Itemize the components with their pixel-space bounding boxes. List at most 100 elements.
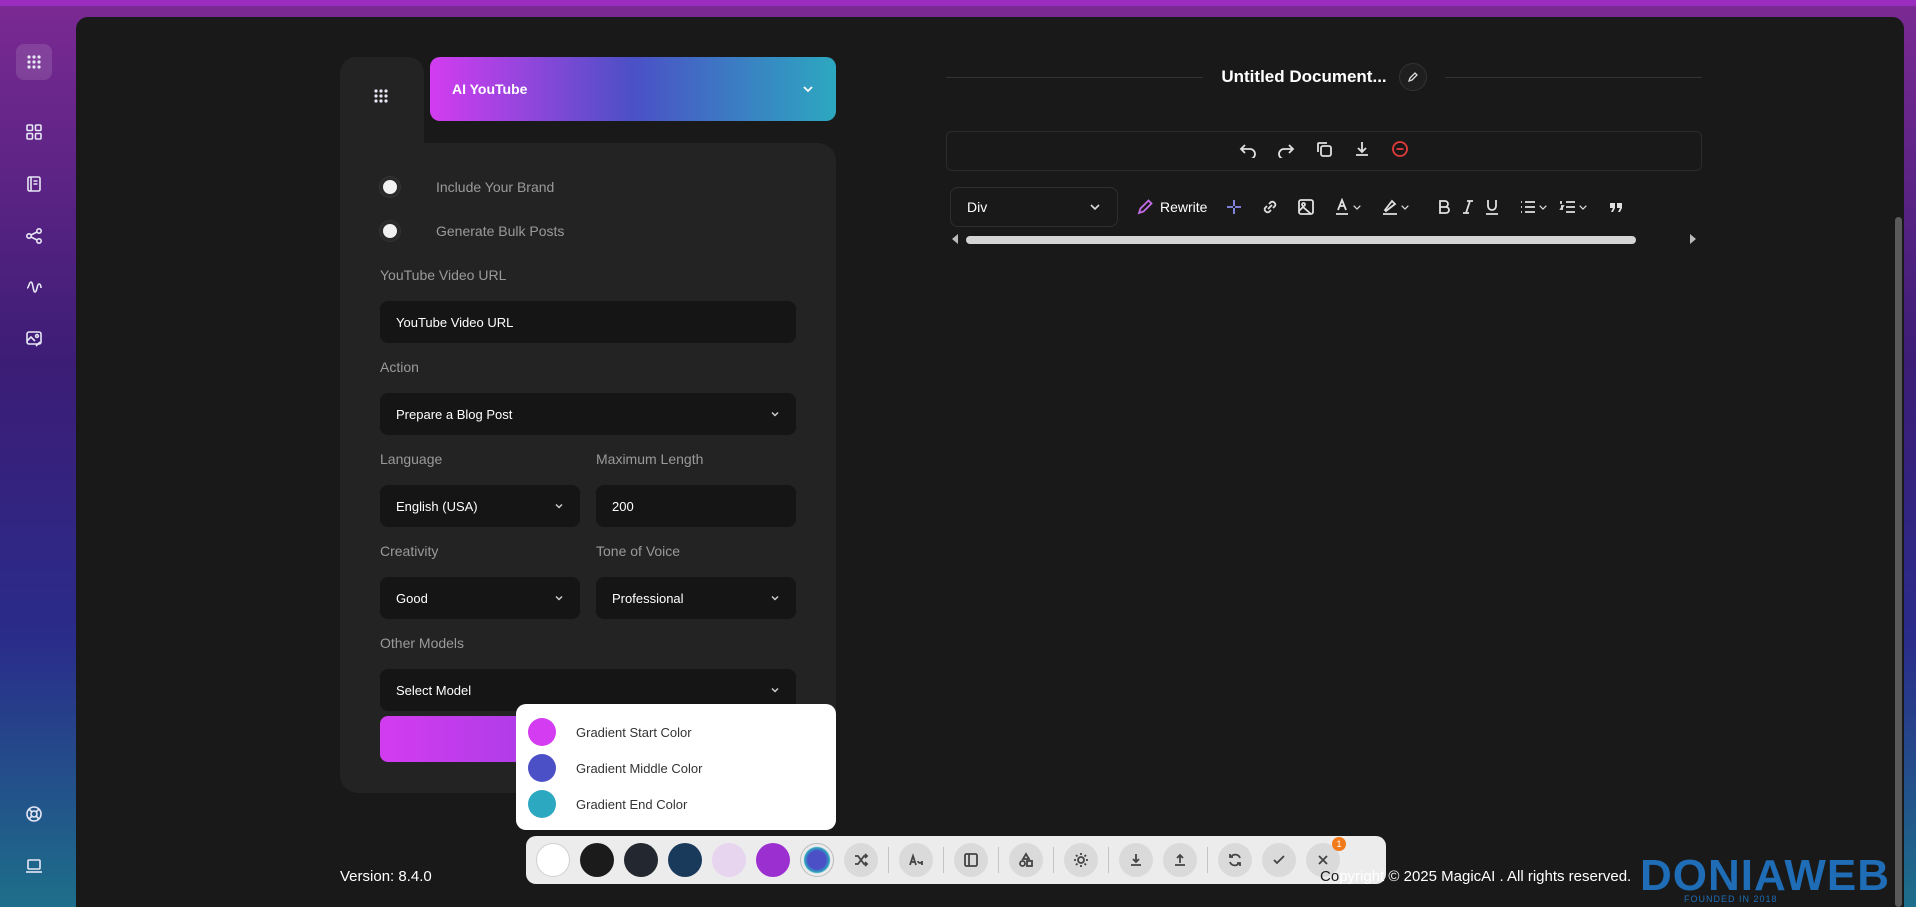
gradient-start-option[interactable]: Gradient Start Color	[528, 714, 824, 750]
swatch-charcoal[interactable]	[624, 843, 658, 877]
gradient-start-label: Gradient Start Color	[576, 724, 692, 740]
action-label: Action	[380, 359, 419, 375]
swatch-gradient[interactable]	[800, 843, 834, 877]
italic-button[interactable]	[1459, 198, 1477, 216]
gradient-middle-option[interactable]: Gradient Middle Color	[528, 750, 824, 786]
version-label: Version: 8.4.0	[340, 868, 432, 885]
tone-select[interactable]: Professional	[596, 577, 796, 619]
page-scrollbar[interactable]	[1892, 17, 1904, 907]
left-rail	[0, 0, 76, 907]
theme-mode-button[interactable]	[1064, 843, 1098, 877]
gradient-middle-swatch	[528, 754, 556, 782]
max-length-input[interactable]: 200	[596, 485, 796, 527]
ai-sparkle-button[interactable]	[1225, 198, 1243, 216]
bold-icon	[1439, 200, 1451, 214]
apps-icon	[27, 55, 41, 69]
swatch-black[interactable]	[580, 843, 614, 877]
bold-button[interactable]	[1435, 198, 1453, 216]
font-button[interactable]	[899, 843, 933, 877]
templates-grid-button[interactable]	[358, 73, 404, 119]
toolbar-separator	[1108, 847, 1109, 873]
rewrite-label: Rewrite	[1160, 199, 1208, 215]
rail-activity-button[interactable]	[16, 269, 52, 305]
rich-text-toolbar: Div Rewrite	[946, 185, 1702, 229]
scroll-thumb[interactable]	[966, 236, 1636, 244]
toolbar-horizontal-scroll[interactable]	[946, 233, 1702, 245]
chevron-down-icon	[771, 411, 779, 417]
download-button[interactable]	[1353, 140, 1371, 163]
import-theme-button[interactable]	[1163, 843, 1197, 877]
gradient-end-option[interactable]: Gradient End Color	[528, 786, 824, 822]
copyright-text: Copyright © 2025 MagicAI . All rights re…	[1320, 868, 1631, 885]
action-select[interactable]: Prepare a Blog Post	[380, 393, 796, 435]
tone-label: Tone of Voice	[596, 543, 681, 559]
highlight-button[interactable]	[1381, 198, 1411, 216]
divider	[1444, 76, 1702, 78]
scroll-left-icon	[952, 234, 958, 244]
logo-text: DONIAWEB	[1640, 851, 1890, 900]
text-color-button[interactable]	[1333, 198, 1363, 216]
delete-button[interactable]	[1391, 140, 1409, 163]
copy-button[interactable]	[1315, 140, 1333, 163]
rail-documents-button[interactable]	[16, 166, 52, 202]
share-icon	[25, 227, 43, 245]
toolbar-separator	[1207, 847, 1208, 873]
chevron-down-icon	[1539, 205, 1548, 210]
reset-button[interactable]	[1218, 843, 1252, 877]
logo-subtext: FOUNDED IN 2018	[1684, 894, 1778, 904]
underline-icon	[1486, 200, 1499, 215]
creativity-value: Good	[396, 590, 428, 606]
book-icon	[27, 176, 41, 192]
main-content: AI YouTube Include Your Brand Generate B…	[76, 17, 1904, 907]
bulk-posts-toggle[interactable]	[380, 221, 400, 241]
bulk-posts-row: Generate Bulk Posts	[380, 221, 564, 241]
components-button[interactable]	[1009, 843, 1043, 877]
undo-button[interactable]	[1239, 140, 1257, 163]
export-theme-button[interactable]	[1119, 843, 1153, 877]
apply-button[interactable]	[1262, 843, 1296, 877]
swatch-navy[interactable]	[668, 843, 702, 877]
include-brand-row: Include Your Brand	[380, 177, 554, 197]
numbered-list-button[interactable]	[1559, 198, 1589, 216]
rail-share-button[interactable]	[16, 218, 52, 254]
underline-button[interactable]	[1483, 198, 1501, 216]
shuffle-icon	[855, 853, 869, 867]
language-select[interactable]: English (USA)	[380, 485, 580, 527]
swatch-lavender[interactable]	[712, 843, 746, 877]
shuffle-button[interactable]	[844, 843, 878, 877]
language-value: English (USA)	[396, 498, 478, 514]
creativity-label: Creativity	[380, 543, 439, 559]
notification-badge: 1	[1332, 837, 1346, 851]
link-button[interactable]	[1261, 198, 1279, 216]
redo-button[interactable]	[1277, 140, 1295, 163]
page-scroll-thumb[interactable]	[1895, 217, 1902, 907]
swatch-white[interactable]	[536, 843, 570, 877]
edit-title-button[interactable]	[1398, 63, 1427, 91]
chevron-down-icon	[1353, 205, 1362, 210]
include-brand-toggle[interactable]	[380, 177, 400, 197]
apps-menu-button[interactable]	[16, 44, 52, 80]
blockquote-button[interactable]	[1607, 198, 1625, 216]
rail-image-button[interactable]	[16, 321, 52, 357]
block-format-select[interactable]: Div	[950, 187, 1118, 227]
rail-dashboard-button[interactable]	[16, 114, 52, 150]
image-button[interactable]	[1297, 198, 1315, 216]
activity-icon	[26, 281, 42, 293]
bullet-list-button[interactable]	[1519, 198, 1549, 216]
chevron-down-icon	[771, 595, 779, 601]
block-format-value: Div	[967, 199, 988, 215]
document-actions	[946, 131, 1702, 171]
sidebar-layout-icon	[964, 853, 978, 867]
rail-device-button[interactable]	[16, 848, 52, 884]
template-selector[interactable]: AI YouTube	[430, 57, 836, 121]
divider	[946, 76, 1204, 78]
swatch-purple[interactable]	[756, 843, 790, 877]
creativity-select[interactable]: Good	[380, 577, 580, 619]
download-icon	[1356, 141, 1368, 156]
chevron-down-icon	[1401, 205, 1410, 210]
rewrite-button[interactable]: Rewrite	[1136, 198, 1207, 216]
youtube-url-input[interactable]: YouTube Video URL	[380, 301, 796, 343]
layout-button[interactable]	[954, 843, 988, 877]
rail-support-button[interactable]	[16, 796, 52, 832]
text-color-icon	[1336, 198, 1349, 215]
